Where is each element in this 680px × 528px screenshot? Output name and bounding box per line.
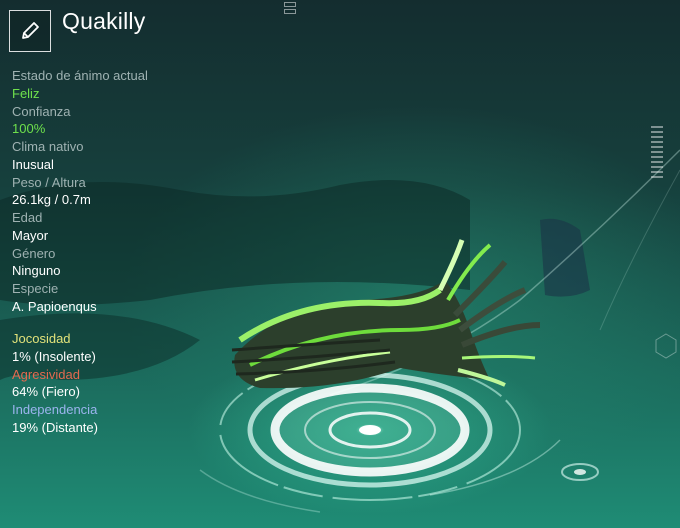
trait-value: 64% (Fiero): [12, 384, 80, 399]
creature-name: Quakilly: [62, 8, 146, 34]
stat-trust: Confianza 100%: [12, 103, 232, 139]
trait-label: Independencia: [12, 402, 98, 417]
stat-value: Ninguno: [12, 263, 61, 278]
stat-age: Edad Mayor: [12, 209, 232, 245]
stat-label: Género: [12, 245, 56, 261]
trait-independence: Independencia 19% (Distante): [12, 401, 232, 437]
stat-gender: Género Ninguno: [12, 245, 232, 281]
stat-value: 26.1kg / 0.7m: [12, 192, 91, 207]
stat-mood: Estado de ánimo actual Feliz: [12, 67, 232, 103]
stat-weight-height: Peso / Altura 26.1kg / 0.7m: [12, 174, 232, 210]
hex-marker-icon: [655, 333, 677, 359]
trait-value: 1% (Insolente): [12, 348, 96, 364]
stat-value: A. Papioenqus: [12, 298, 97, 314]
scrollbar-icon: [651, 126, 663, 181]
personality-traits: Jocosidad 1% (Insolente) Agresividad 64%…: [12, 330, 232, 437]
stat-label: Edad: [12, 210, 43, 225]
trait-label: Jocosidad: [12, 331, 71, 346]
stat-label: Peso / Altura: [12, 174, 86, 190]
trait-aggression: Agresividad 64% (Fiero): [12, 366, 232, 402]
trait-label: Agresividad: [12, 366, 80, 382]
stat-label: Confianza: [12, 103, 71, 119]
stat-climate: Clima nativo Inusual: [12, 138, 232, 174]
stat-value: Mayor: [12, 227, 49, 243]
stat-label: Clima nativo: [12, 139, 84, 154]
stat-species: Especie A. Papioenqus: [12, 280, 232, 316]
edit-name-button[interactable]: [9, 10, 51, 52]
trait-playfulness: Jocosidad 1% (Insolente): [12, 330, 232, 366]
stat-label: Estado de ánimo actual: [12, 68, 148, 83]
stat-value: Feliz: [12, 85, 40, 101]
menu-grid-icon: [284, 2, 296, 16]
stat-value: 100%: [12, 121, 46, 136]
trait-value: 19% (Distante): [12, 419, 98, 435]
stat-label: Especie: [12, 281, 59, 296]
creature-stats: Estado de ánimo actual Feliz Confianza 1…: [12, 67, 232, 316]
pencil-icon: [22, 22, 39, 39]
stat-value: Inusual: [12, 156, 54, 172]
